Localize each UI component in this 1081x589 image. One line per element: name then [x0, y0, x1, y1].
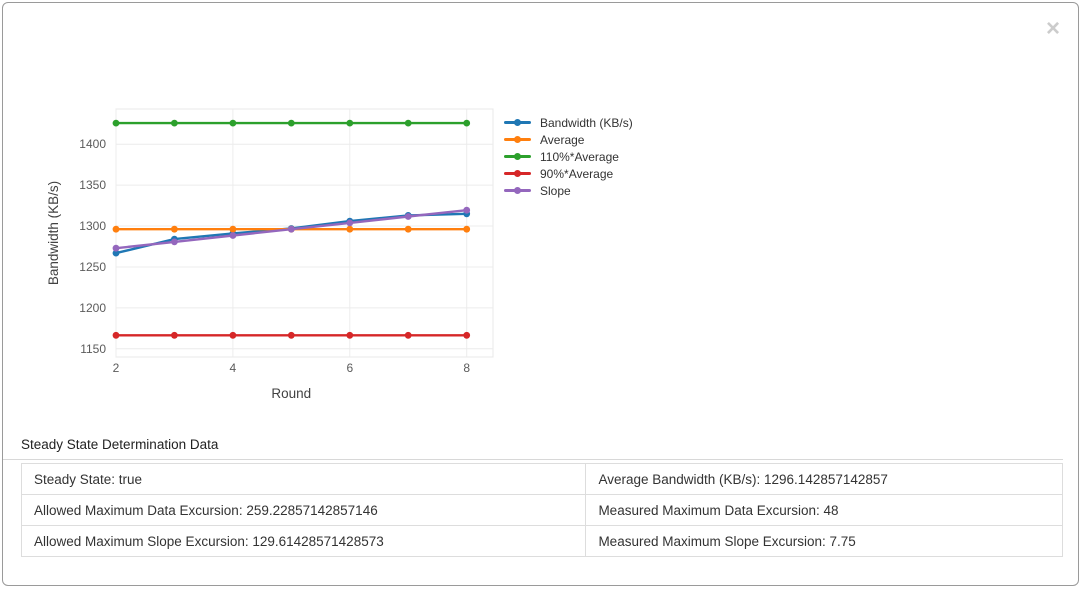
legend-item[interactable]: Slope	[504, 182, 633, 199]
chart-legend: Bandwidth (KB/s) Average 110%*Average 90%*A…	[504, 114, 633, 199]
legend-label: Slope	[540, 184, 571, 198]
legend-label: 90%*Average	[540, 167, 613, 181]
steady-state-dialog: × 1150 1200 1250 1300 1350 1400 2 4 6 8 Round Bandw…	[2, 2, 1079, 586]
table-cell-steady-state: Steady State: true	[22, 464, 586, 495]
svg-text:8: 8	[463, 361, 470, 375]
legend-label: Bandwidth (KB/s)	[540, 116, 633, 130]
svg-text:1150: 1150	[80, 342, 106, 356]
svg-text:4: 4	[230, 361, 237, 375]
table-row: Allowed Maximum Data Excursion: 259.2285…	[22, 495, 1063, 526]
svg-text:1300: 1300	[79, 219, 106, 233]
svg-text:1200: 1200	[79, 301, 106, 315]
table-cell-average-bandwidth: Average Bandwidth (KB/s): 1296.142857142…	[586, 464, 1063, 495]
legend-dot-icon	[514, 170, 521, 177]
steady-state-chart: 1150 1200 1250 1300 1350 1400 2 4 6 8 Round Bandwid…	[3, 3, 703, 433]
bandwidth-round-plot[interactable]: 1150 1200 1250 1300 1350 1400 2 4 6 8 Round Bandwid…	[3, 3, 703, 433]
legend-item[interactable]: 110%*Average	[504, 148, 633, 165]
legend-dot-icon	[514, 136, 521, 143]
svg-text:6: 6	[346, 361, 353, 375]
table-row: Steady State: true Average Bandwidth (KB…	[22, 464, 1063, 495]
legend-line-icon	[504, 121, 531, 124]
table-cell-measured-data-excursion: Measured Maximum Data Excursion: 48	[586, 495, 1063, 526]
legend-item[interactable]: Bandwidth (KB/s)	[504, 114, 633, 131]
legend-label: 110%*Average	[540, 150, 619, 164]
close-icon[interactable]: ×	[1046, 17, 1060, 41]
legend-line-icon	[504, 138, 531, 141]
table-cell-measured-slope-excursion: Measured Maximum Slope Excursion: 7.75	[586, 526, 1063, 557]
table-row: Allowed Maximum Slope Excursion: 129.614…	[22, 526, 1063, 557]
section-header: Steady State Determination Data	[3, 436, 1063, 460]
table-cell-allowed-slope-excursion: Allowed Maximum Slope Excursion: 129.614…	[22, 526, 586, 557]
svg-text:1350: 1350	[79, 178, 106, 192]
legend-line-icon	[504, 155, 531, 158]
legend-dot-icon	[514, 153, 521, 160]
table-cell-allowed-data-excursion: Allowed Maximum Data Excursion: 259.2285…	[22, 495, 586, 526]
svg-text:Bandwidth (KB/s): Bandwidth (KB/s)	[46, 181, 61, 285]
svg-text:2: 2	[113, 361, 120, 375]
svg-text:Round: Round	[271, 386, 311, 401]
svg-text:1250: 1250	[79, 260, 106, 274]
legend-dot-icon	[514, 187, 521, 194]
svg-text:1400: 1400	[79, 137, 106, 151]
legend-line-icon	[504, 189, 531, 192]
legend-line-icon	[504, 172, 531, 175]
legend-item[interactable]: Average	[504, 131, 633, 148]
steady-state-table: Steady State: true Average Bandwidth (KB…	[21, 463, 1063, 557]
legend-label: Average	[540, 133, 584, 147]
section-title: Steady State Determination Data	[21, 437, 218, 452]
steady-state-section: Steady State Determination Data Steady S…	[3, 436, 1063, 557]
legend-dot-icon	[514, 119, 521, 126]
legend-item[interactable]: 90%*Average	[504, 165, 633, 182]
